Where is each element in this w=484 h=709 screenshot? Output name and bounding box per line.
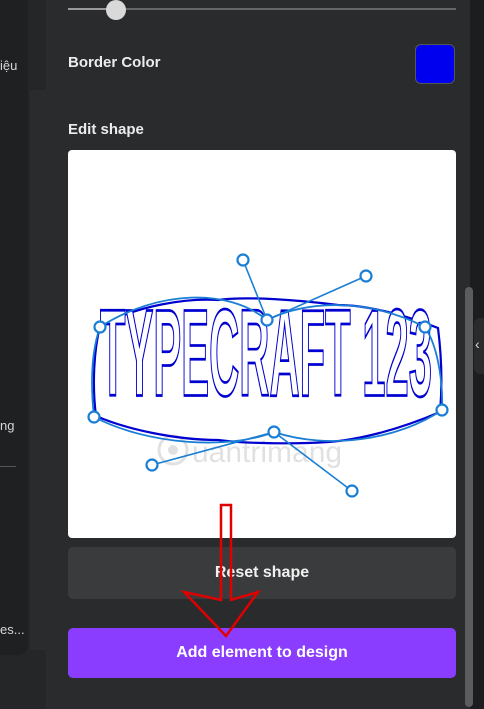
sidebar-item-label[interactable]: iệu bbox=[0, 58, 17, 73]
shape-editor-canvas[interactable]: uantrimang TYPECRAFT 123 bbox=[68, 150, 456, 538]
sidebar-rail bbox=[0, 0, 28, 655]
control-point[interactable] bbox=[418, 320, 432, 334]
control-handle[interactable] bbox=[145, 458, 159, 472]
chevron-left-icon: ‹ bbox=[475, 336, 480, 352]
collapse-panel-tab[interactable]: ‹ bbox=[474, 318, 484, 374]
border-color-swatch[interactable] bbox=[415, 44, 455, 84]
slider-thumb[interactable] bbox=[106, 0, 126, 20]
control-handle[interactable] bbox=[359, 269, 373, 283]
sidebar-divider bbox=[30, 90, 46, 650]
warped-text-shape[interactable]: uantrimang TYPECRAFT 123 bbox=[68, 150, 456, 538]
control-point[interactable] bbox=[267, 425, 281, 439]
reset-shape-button[interactable]: Reset shape bbox=[68, 547, 456, 599]
control-point[interactable] bbox=[87, 410, 101, 424]
control-point[interactable] bbox=[93, 320, 107, 334]
scrollbar-thumb[interactable] bbox=[465, 287, 473, 707]
edit-shape-panel: Border Color Edit shape uantrimang TYPEC… bbox=[46, 0, 470, 709]
sidebar-item-label[interactable]: ng bbox=[0, 418, 14, 433]
sidebar-separator bbox=[0, 466, 16, 467]
control-handle[interactable] bbox=[236, 253, 250, 267]
control-handle[interactable] bbox=[345, 484, 359, 498]
add-element-to-design-button[interactable]: Add element to design bbox=[68, 628, 456, 678]
edit-shape-label: Edit shape bbox=[68, 121, 144, 138]
border-color-label: Border Color bbox=[68, 54, 161, 71]
left-sidebar: iệu ng es... bbox=[0, 0, 46, 709]
control-point[interactable] bbox=[435, 403, 449, 417]
slider-track[interactable] bbox=[68, 8, 456, 10]
control-point[interactable] bbox=[260, 313, 274, 327]
sidebar-item-label[interactable]: es... bbox=[0, 622, 25, 637]
